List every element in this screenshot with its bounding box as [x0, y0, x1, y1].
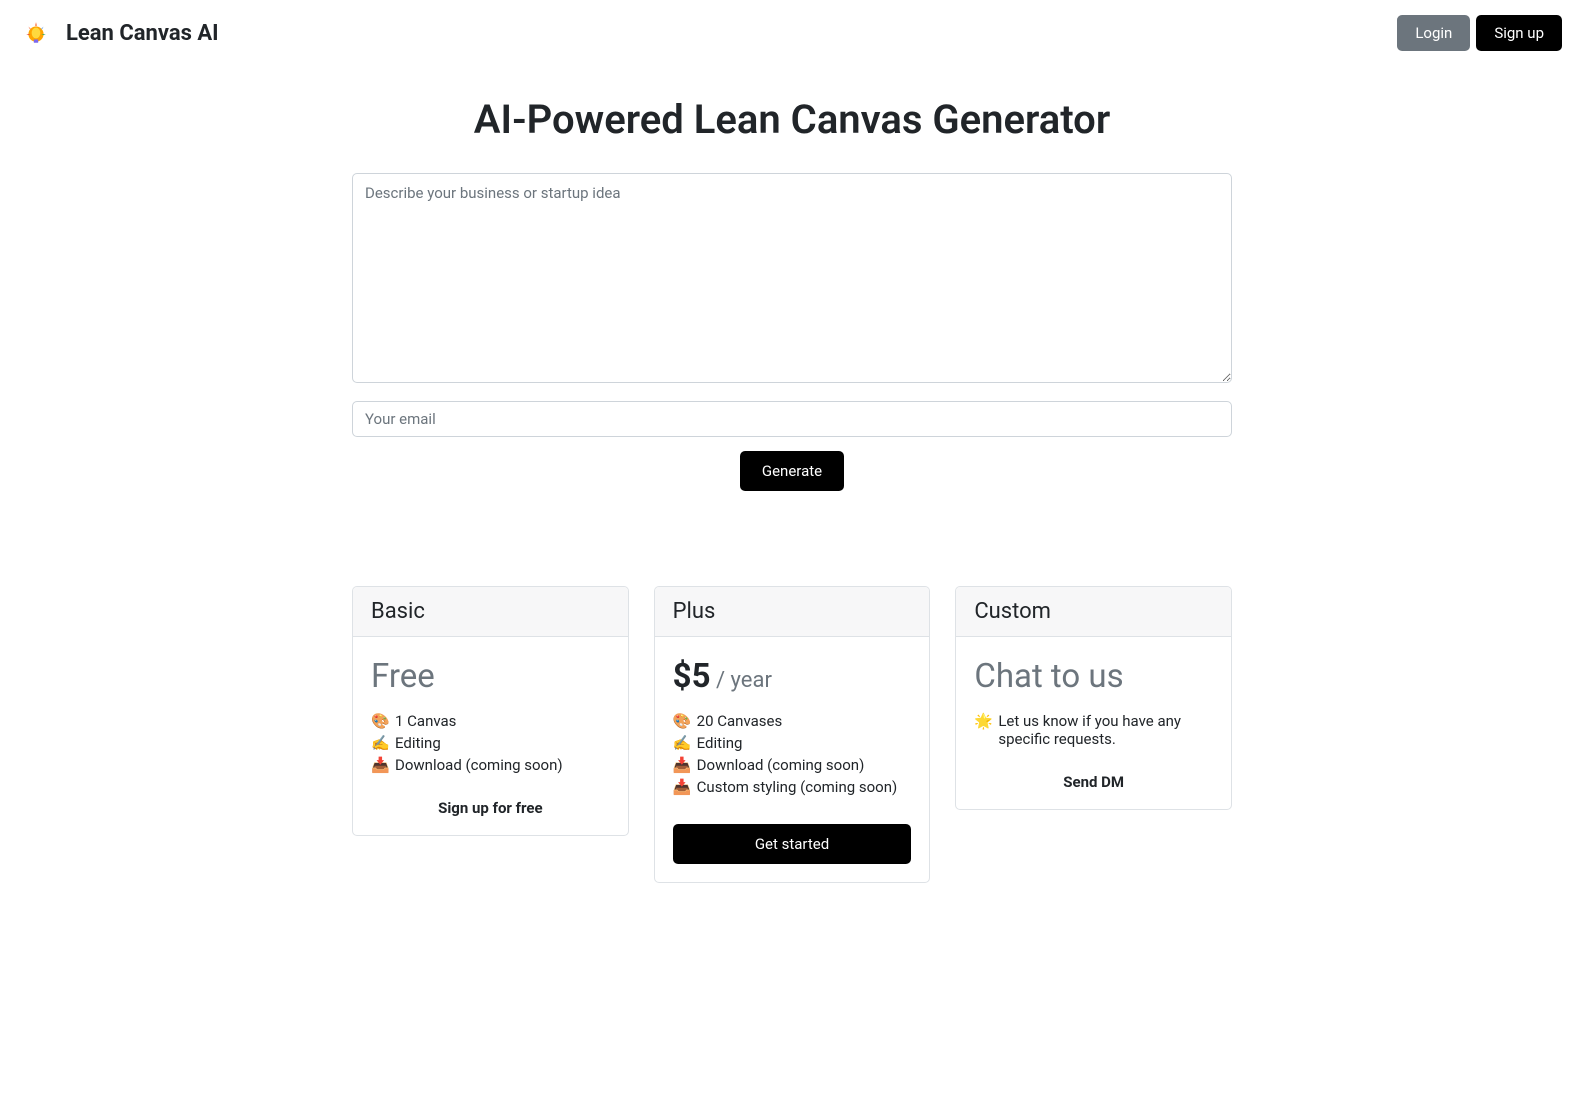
pricing-card-plus-features: 🎨 20 Canvases ✍️ Editing 📥 Download (com… — [673, 712, 912, 796]
login-button[interactable]: Login — [1397, 15, 1470, 51]
palette-icon: 🎨 — [673, 712, 689, 730]
edit-icon: ✍️ — [371, 734, 387, 752]
pricing-card-basic-price: Free — [371, 657, 610, 696]
list-item: 📥 Custom styling (coming soon) — [673, 778, 912, 796]
send-dm-link[interactable]: Send DM — [1063, 773, 1124, 791]
logo-icon — [22, 19, 50, 47]
list-item: ✍️ Editing — [371, 734, 610, 752]
main-content: AI-Powered Lean Canvas Generator Generat… — [332, 66, 1252, 923]
idea-textarea[interactable] — [352, 173, 1232, 383]
feature-text: Custom styling (coming soon) — [697, 778, 898, 796]
feature-text: Editing — [697, 734, 743, 752]
price-period: / year — [711, 668, 772, 693]
download-icon: 📥 — [673, 756, 689, 774]
get-started-button[interactable]: Get started — [673, 824, 912, 864]
edit-icon: ✍️ — [673, 734, 689, 752]
download-icon: 📥 — [673, 778, 689, 796]
signup-button[interactable]: Sign up — [1476, 15, 1562, 51]
pricing-card-custom-price: Chat to us — [974, 657, 1213, 696]
pricing-section: Basic Free 🎨 1 Canvas ✍️ Editing 📥 Downl — [352, 586, 1232, 883]
custom-description-text: Let us know if you have any specific req… — [998, 712, 1213, 748]
pricing-card-custom-description: 🌟 Let us know if you have any specific r… — [974, 712, 1213, 748]
feature-text: Download (coming soon) — [395, 756, 563, 774]
feature-text: 1 Canvas — [395, 712, 456, 730]
list-item: 🎨 20 Canvases — [673, 712, 912, 730]
palette-icon: 🎨 — [371, 712, 387, 730]
pricing-card-basic-body: Free 🎨 1 Canvas ✍️ Editing 📥 Download (c… — [353, 637, 628, 835]
header: Lean Canvas AI Login Sign up — [0, 0, 1584, 66]
pricing-card-basic-action: Sign up for free — [371, 798, 610, 817]
feature-text: Download (coming soon) — [697, 756, 865, 774]
pricing-card-plus-price: $5 / year — [673, 657, 912, 696]
pricing-card-custom-action: Send DM — [974, 772, 1213, 791]
email-input[interactable] — [352, 401, 1232, 437]
pricing-card-plus-title: Plus — [673, 599, 912, 624]
header-left: Lean Canvas AI — [22, 19, 219, 47]
list-item: 🎨 1 Canvas — [371, 712, 610, 730]
pricing-card-custom-header: Custom — [956, 587, 1231, 637]
pricing-card-basic-features: 🎨 1 Canvas ✍️ Editing 📥 Download (coming… — [371, 712, 610, 774]
pricing-card-basic-header: Basic — [353, 587, 628, 637]
brand-title: Lean Canvas AI — [66, 21, 219, 46]
price-amount: $5 — [673, 657, 711, 696]
header-right: Login Sign up — [1397, 15, 1562, 51]
page-title: AI-Powered Lean Canvas Generator — [352, 96, 1232, 143]
list-item: ✍️ Editing — [673, 734, 912, 752]
download-icon: 📥 — [371, 756, 387, 774]
pricing-card-custom-title: Custom — [974, 599, 1213, 624]
pricing-card-plus-body: $5 / year 🎨 20 Canvases ✍️ Editing 📥 Dow… — [655, 637, 930, 882]
signup-free-link[interactable]: Sign up for free — [438, 799, 542, 817]
pricing-card-basic-title: Basic — [371, 599, 610, 624]
generate-button[interactable]: Generate — [740, 451, 844, 491]
feature-text: 20 Canvases — [697, 712, 783, 730]
pricing-card-plus-header: Plus — [655, 587, 930, 637]
feature-text: Editing — [395, 734, 441, 752]
pricing-card-custom: Custom Chat to us 🌟 Let us know if you h… — [955, 586, 1232, 810]
star-icon: 🌟 — [974, 712, 990, 730]
pricing-card-custom-body: Chat to us 🌟 Let us know if you have any… — [956, 637, 1231, 809]
generate-wrap: Generate — [352, 451, 1232, 491]
pricing-card-basic: Basic Free 🎨 1 Canvas ✍️ Editing 📥 Downl — [352, 586, 629, 836]
list-item: 📥 Download (coming soon) — [673, 756, 912, 774]
list-item: 📥 Download (coming soon) — [371, 756, 610, 774]
pricing-card-plus: Plus $5 / year 🎨 20 Canvases ✍️ Editing — [654, 586, 931, 883]
